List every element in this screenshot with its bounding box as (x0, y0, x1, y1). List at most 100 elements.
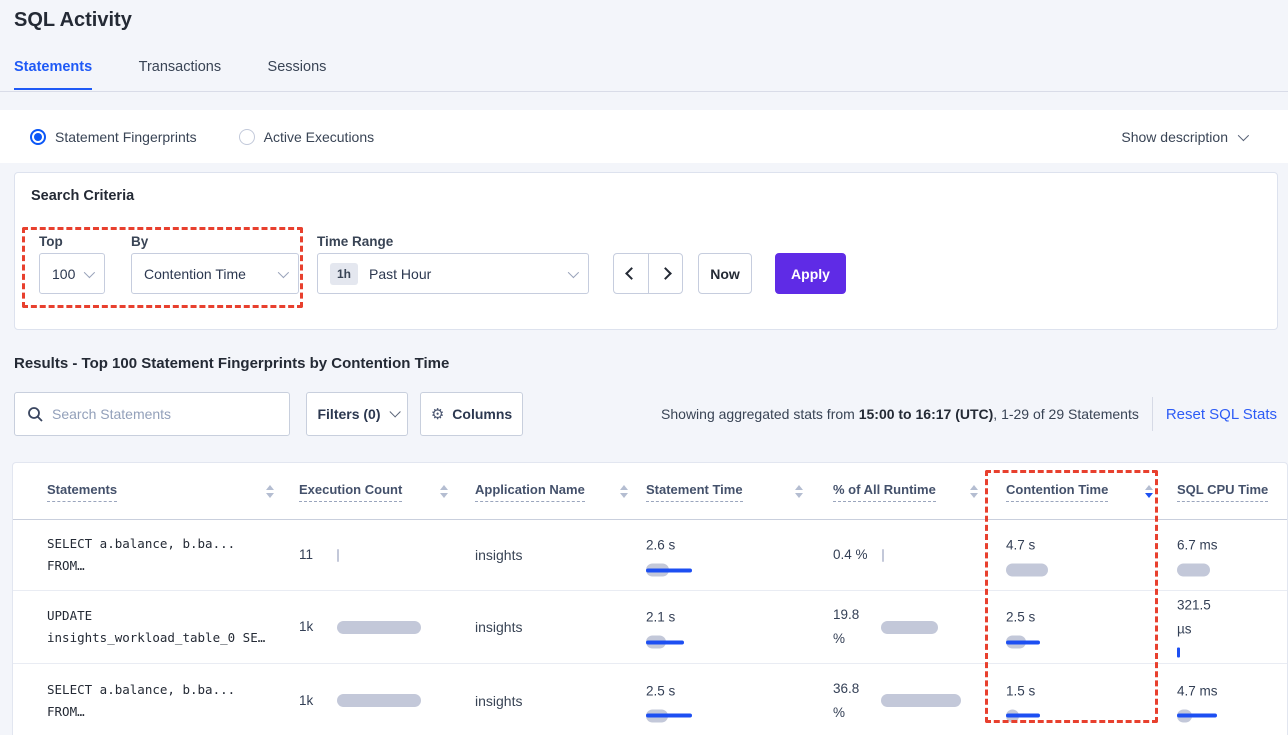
radio-selected-icon (30, 129, 46, 145)
statement-time-bar (646, 636, 675, 649)
runtime-percent-cell: 36.8% (833, 677, 961, 725)
sort-toggle[interactable] (437, 482, 451, 501)
stats-text: Showing aggregated stats from 15:00 to 1… (661, 406, 1139, 422)
sort-desc-icon (1145, 493, 1153, 498)
contention-time-bar (1006, 636, 1035, 649)
table-row[interactable]: UPDATEinsights_workload_table_0 SE… 1k i… (13, 591, 1287, 664)
filters-button[interactable]: Filters (0) (306, 392, 408, 436)
time-range-badge: 1h (330, 263, 358, 285)
sql-cpu-time-cell: 321.5 µs (1177, 594, 1211, 661)
execution-count-cell: 1k (299, 615, 421, 639)
sort-toggle[interactable] (967, 482, 981, 501)
top-select-value: 100 (52, 266, 75, 282)
col-header-sql-cpu-time[interactable]: SQL CPU Time (1177, 463, 1288, 520)
sql-cpu-time-bar (1177, 709, 1218, 722)
search-statements-box (14, 392, 290, 436)
execution-count-cell: 11 (299, 543, 339, 567)
prev-time-button[interactable] (614, 254, 648, 293)
col-header-contention-time[interactable]: Contention Time (1006, 463, 1156, 520)
chevron-down-icon (389, 406, 400, 417)
statements-table: Statements Execution Count Application N… (12, 462, 1288, 735)
sql-activity-page: SQL Activity Statements Transactions Ses… (0, 0, 1288, 735)
radio-label: Active Executions (264, 129, 375, 145)
col-header-statements[interactable]: Statements (47, 463, 277, 520)
application-name-cell: insights (475, 619, 522, 635)
time-range-value: Past Hour (369, 266, 431, 282)
application-name-cell: insights (475, 547, 522, 563)
sort-toggle-active[interactable] (1142, 482, 1156, 501)
columns-label: Columns (452, 406, 512, 422)
statement-fingerprint-link[interactable]: UPDATEinsights_workload_table_0 SE… (47, 605, 265, 649)
sort-toggle[interactable] (792, 482, 806, 501)
time-range-label: Time Range (317, 234, 393, 249)
table-row[interactable]: SELECT a.balance, b.ba...FROM… 1k insigh… (13, 664, 1287, 735)
show-description-label: Show description (1121, 129, 1228, 145)
radio-active-executions[interactable]: Active Executions (239, 129, 375, 145)
time-range-select[interactable]: 1h Past Hour (317, 253, 589, 294)
col-header-percent-runtime[interactable]: % of All Runtime (833, 463, 981, 520)
stats-summary: Showing aggregated stats from 15:00 to 1… (661, 392, 1277, 436)
sql-cpu-time-bar (1177, 648, 1211, 661)
next-time-button[interactable] (648, 254, 682, 293)
contention-time-cell: 1.5 s (1006, 679, 1035, 722)
table-row[interactable]: SELECT a.balance, b.ba...FROM… 11 insigh… (13, 520, 1287, 591)
execution-count-bar (337, 694, 421, 707)
statement-time-cell: 2.5 s (646, 679, 675, 722)
top-select[interactable]: 100 (39, 253, 105, 294)
contention-time-bar (1006, 709, 1035, 722)
divider (1152, 397, 1153, 431)
contention-time-cell: 4.7 s (1006, 534, 1048, 577)
columns-button[interactable]: ⚙ Columns (420, 392, 523, 436)
runtime-percent-bar (881, 621, 938, 634)
statement-time-bar (646, 709, 675, 722)
sql-cpu-time-cell: 4.7 ms (1177, 679, 1218, 722)
top-label: Top (39, 234, 63, 249)
chevron-left-icon (625, 267, 638, 280)
chevron-down-icon (278, 266, 289, 277)
time-range-pager (613, 253, 683, 294)
show-description-toggle[interactable]: Show description (1121, 129, 1246, 145)
chevron-down-icon (568, 266, 579, 277)
chevron-down-icon (1238, 129, 1249, 140)
runtime-percent-cell: 19.8% (833, 603, 938, 651)
contention-time-bar (1006, 564, 1048, 577)
statement-fingerprint-link[interactable]: SELECT a.balance, b.ba...FROM… (47, 533, 235, 577)
search-statements-input[interactable] (52, 406, 277, 422)
execution-count-bar (337, 549, 339, 562)
gear-icon: ⚙ (431, 405, 444, 423)
chevron-right-icon (659, 267, 672, 280)
statement-fingerprint-link[interactable]: SELECT a.balance, b.ba...FROM… (47, 679, 235, 723)
radio-label: Statement Fingerprints (55, 129, 197, 145)
now-button[interactable]: Now (698, 253, 752, 294)
col-header-execution-count[interactable]: Execution Count (299, 463, 451, 520)
col-header-statement-time[interactable]: Statement Time (646, 463, 806, 520)
radio-statement-fingerprints[interactable]: Statement Fingerprints (30, 129, 197, 145)
runtime-percent-cell: 0.4 % (833, 543, 884, 567)
col-header-application-name[interactable]: Application Name (475, 463, 631, 520)
sql-cpu-time-cell: 6.7 ms (1177, 534, 1218, 577)
tab-sessions[interactable]: Sessions (268, 59, 327, 88)
chevron-down-icon (84, 266, 95, 277)
reset-sql-stats-link[interactable]: Reset SQL Stats (1166, 406, 1277, 423)
by-label: By (131, 234, 148, 249)
sort-toggle[interactable] (263, 482, 277, 501)
search-criteria-heading: Search Criteria (31, 188, 134, 204)
tab-transactions[interactable]: Transactions (139, 59, 221, 88)
application-name-cell: insights (475, 693, 522, 709)
apply-button[interactable]: Apply (775, 253, 846, 294)
tab-bar: Statements Transactions Sessions (0, 58, 1288, 92)
search-criteria-card: Search Criteria Top 100 By Contention Ti… (14, 172, 1278, 330)
sort-toggle[interactable] (617, 482, 631, 501)
tab-statements[interactable]: Statements (14, 59, 92, 90)
results-heading: Results - Top 100 Statement Fingerprints… (14, 355, 449, 372)
execution-count-cell: 1k (299, 689, 421, 713)
runtime-percent-bar (881, 694, 961, 707)
contention-time-cell: 2.5 s (1006, 606, 1035, 649)
radio-unselected-icon (239, 129, 255, 145)
runtime-percent-bar (882, 549, 884, 562)
sql-cpu-time-bar (1177, 564, 1218, 577)
filters-label: Filters (0) (317, 406, 380, 422)
by-select-value: Contention Time (144, 266, 246, 282)
statement-time-cell: 2.6 s (646, 534, 675, 577)
by-select[interactable]: Contention Time (131, 253, 299, 294)
